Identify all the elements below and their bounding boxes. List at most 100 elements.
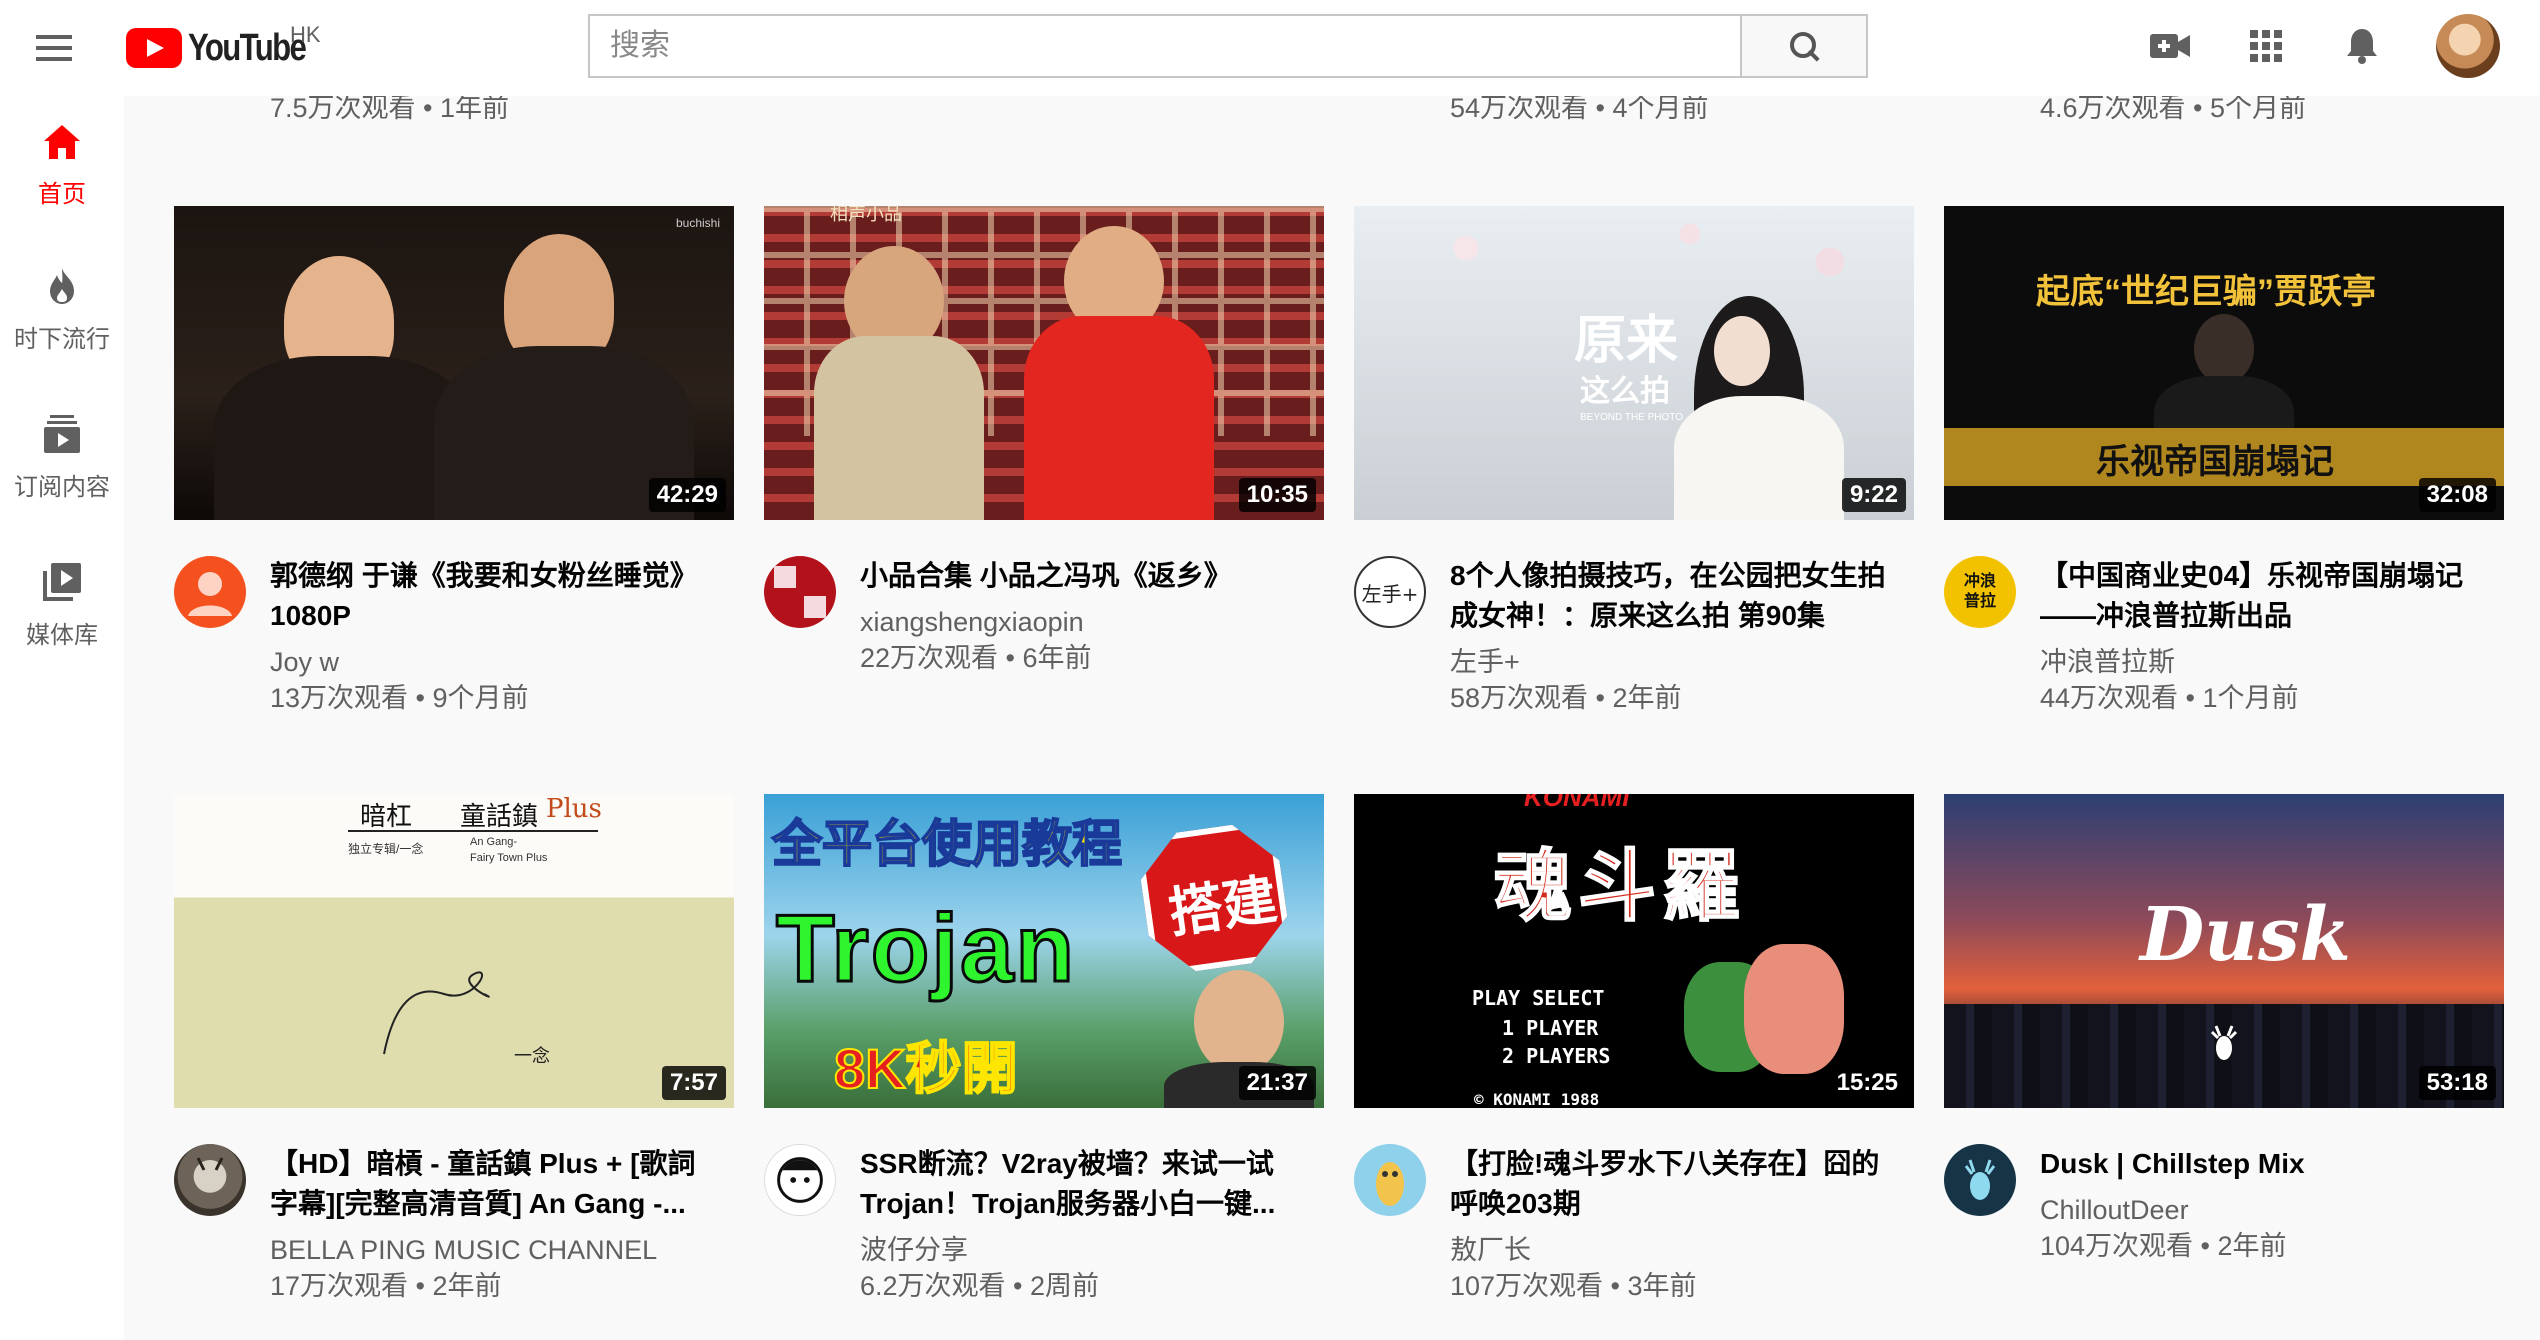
thumbnail-caption: 原来	[1574, 310, 1679, 371]
video-thumbnail[interactable]: Dusk 53:18	[1944, 794, 2504, 1108]
video-card[interactable]: 全平台使用教程 搭建 Trojan 8K秒開 21:37 SSR断流？V2ray…	[764, 794, 1324, 1322]
stop-sign-text: 搭建	[1165, 869, 1281, 945]
channel-name[interactable]: Joy w	[270, 644, 710, 680]
deer-logo-icon	[2210, 1025, 2238, 1060]
cartoon-mascot-icon	[1376, 1162, 1404, 1206]
video-title[interactable]: Dusk | Chillstep Mix	[2040, 1144, 2480, 1184]
channel-name[interactable]: 波仔分享	[860, 1232, 1300, 1268]
video-card[interactable]: 相声小品 10:35 小品合集 小品之冯巩《返乡》 xiangshengxiao…	[764, 206, 1324, 734]
subscriptions-icon	[44, 414, 80, 453]
video-card[interactable]: KONAMI 魂斗羅 PLAY SELECT 1 PLAYER 2 PLAYER…	[1354, 794, 1914, 1322]
channel-watermark: 相声小品	[830, 206, 902, 224]
sidebar-item-trending[interactable]: 时下流行	[0, 236, 124, 384]
video-title[interactable]: 小品合集 小品之冯巩《返乡》	[860, 556, 1300, 596]
sidebar-item-subscriptions[interactable]: 订阅内容	[0, 384, 124, 532]
default-user-icon	[188, 572, 232, 616]
video-title[interactable]: 【中国商业史04】乐视帝国崩塌记——冲浪普拉斯出品	[2040, 556, 2480, 636]
sidebar-item-label: 首页	[38, 180, 86, 208]
video-duration: 53:18	[2418, 1066, 2496, 1100]
video-card[interactable]: 暗杠 童話鎮 Plus 独立专辑/一念 An Gang- Fairy Town …	[174, 794, 734, 1322]
menu-icon[interactable]	[24, 22, 84, 74]
channel-avatar[interactable]	[764, 1144, 836, 1216]
video-thumbnail[interactable]: 起底“世纪巨骗”贾跃亭 乐视帝国崩塌记 32:08	[1944, 206, 2504, 520]
video-stats: 58万次观看 • 2年前	[1450, 683, 1682, 713]
video-card[interactable]: buchishi 42:29 郭德纲 于谦《我要和女粉丝睡觉》1080P Joy…	[174, 206, 734, 734]
video-thumbnail[interactable]: 原来 这么拍 BEYOND THE PHOTO 9:22	[1354, 206, 1914, 520]
xiangsheng-logo-icon	[774, 566, 826, 618]
sidebar-item-label: 订阅内容	[14, 473, 110, 501]
video-duration: 21:37	[1238, 1066, 1316, 1100]
channel-name[interactable]: BELLA PING MUSIC CHANNEL	[270, 1232, 710, 1268]
video-stats: 13万次观看 • 9个月前	[270, 683, 529, 713]
create-video-icon[interactable]	[2140, 16, 2200, 76]
game-title-text: 魂斗羅	[1493, 841, 1747, 931]
video-thumbnail[interactable]: buchishi 42:29	[174, 206, 734, 520]
model-face	[1714, 316, 1770, 386]
channel-avatar[interactable]	[174, 1144, 246, 1216]
performer-figure	[1024, 316, 1214, 520]
video-duration: 10:35	[1238, 478, 1316, 512]
album-text: 一念	[514, 1046, 550, 1067]
sidebar-item-library[interactable]: 媒体库	[0, 532, 124, 680]
video-duration: 15:25	[1828, 1066, 1906, 1100]
game-copyright-text: © KONAMI 1988	[1474, 1090, 1600, 1108]
channel-avatar[interactable]	[764, 556, 836, 628]
thumbnail-watermark: buchishi	[675, 216, 720, 230]
account-avatar[interactable]	[2436, 14, 2500, 78]
channel-name[interactable]: xiangshengxiaopin	[860, 604, 1300, 640]
channel-avatar[interactable]	[174, 556, 246, 628]
album-subtitle: Fairy Town Plus	[470, 852, 548, 864]
album-title: Plus	[546, 794, 602, 824]
apps-grid-icon[interactable]	[2236, 16, 2296, 76]
channel-avatar[interactable]: 左手+	[1354, 556, 1426, 628]
video-title[interactable]: 【打脸!魂斗罗水下八关存在】囧的呼唤203期	[1450, 1144, 1890, 1224]
video-card[interactable]: 原来 这么拍 BEYOND THE PHOTO 9:22 左手+ 8个人像拍摄技…	[1354, 206, 1914, 734]
search-input[interactable]	[588, 14, 1740, 78]
video-thumbnail[interactable]: KONAMI 魂斗羅 PLAY SELECT 1 PLAYER 2 PLAYER…	[1354, 794, 1914, 1108]
thumbnail-headline: 乐视帝国崩塌记	[2096, 443, 2334, 481]
sidebar-item-label: 媒体库	[26, 621, 98, 649]
channel-name[interactable]: ChilloutDeer	[2040, 1192, 2480, 1228]
video-title[interactable]: SSR断流？V2ray被墙？来试一试Trojan！Trojan服务器小白一键..…	[860, 1144, 1300, 1224]
video-title[interactable]: 8个人像拍摄技巧，在公园把女生拍成女神！：原来这么拍 第90集	[1450, 556, 1890, 636]
trending-icon	[50, 267, 74, 304]
video-thumbnail[interactable]: 相声小品 10:35	[764, 206, 1324, 520]
line-drawing	[383, 971, 490, 1055]
album-subtitle: 独立专辑/一念	[348, 842, 424, 856]
search-button[interactable]	[1740, 14, 1868, 78]
thumbnail-headline: Dusk	[2140, 892, 2351, 978]
video-stats: 17万次观看 • 2年前	[270, 1271, 502, 1301]
album-subtitle: An Gang-	[470, 836, 518, 848]
video-thumbnail[interactable]: 全平台使用教程 搭建 Trojan 8K秒開 21:37	[764, 794, 1324, 1108]
channel-name[interactable]: 敖厂长	[1450, 1232, 1890, 1268]
channel-avatar-text: 左手+	[1361, 581, 1419, 606]
channel-avatar[interactable]	[1944, 1144, 2016, 1216]
channel-avatar[interactable]: 冲浪普拉	[1944, 556, 2016, 628]
channel-avatar[interactable]	[1354, 1144, 1426, 1216]
game-menu-text: PLAY SELECT	[1472, 986, 1605, 1010]
notifications-bell-icon[interactable]	[2332, 16, 2392, 76]
video-thumbnail[interactable]: 暗杠 童話鎮 Plus 独立专辑/一念 An Gang- Fairy Town …	[174, 794, 734, 1108]
search-icon	[1790, 32, 1818, 60]
deer-logo-icon	[1964, 1159, 1996, 1200]
masthead: YouTube HK	[0, 0, 2540, 96]
game-menu-text: 2 PLAYERS	[1502, 1044, 1611, 1068]
video-stats: 22万次观看 • 6年前	[860, 643, 1092, 673]
person-figure	[2194, 314, 2254, 384]
video-card[interactable]: Dusk 53:18 Dusk | Chillstep Mix Chillout…	[1944, 794, 2504, 1322]
thumbnail-headline: Trojan	[774, 894, 1077, 1004]
sidebar-item-home[interactable]: 首页	[0, 96, 124, 236]
channel-name[interactable]: 冲浪普拉斯	[2040, 644, 2480, 680]
video-title[interactable]: 郭德纲 于谦《我要和女粉丝睡觉》1080P	[270, 556, 710, 636]
video-stats: 107万次观看 • 3年前	[1450, 1271, 1697, 1301]
channel-name[interactable]: 左手+	[1450, 644, 1890, 680]
video-title[interactable]: 【HD】暗槓 - 童話鎮 Plus + [歌詞字幕][完整高清音質] An Ga…	[270, 1144, 710, 1224]
game-menu-text: 1 PLAYER	[1502, 1016, 1599, 1040]
thumbnail-caption: 这么拍	[1580, 374, 1670, 409]
title-underline	[348, 830, 598, 832]
game-character	[1744, 944, 1844, 1074]
video-feed: 7.5万次观看 • 1年前 54万次观看 • 4个月前 4.6万次观看 • 5个…	[174, 0, 2504, 1340]
video-duration: 9:22	[1841, 478, 1906, 512]
search-box	[588, 14, 1868, 78]
video-card[interactable]: 起底“世纪巨骗”贾跃亭 乐视帝国崩塌记 32:08 冲浪普拉 【中国商业史04】…	[1944, 206, 2504, 734]
